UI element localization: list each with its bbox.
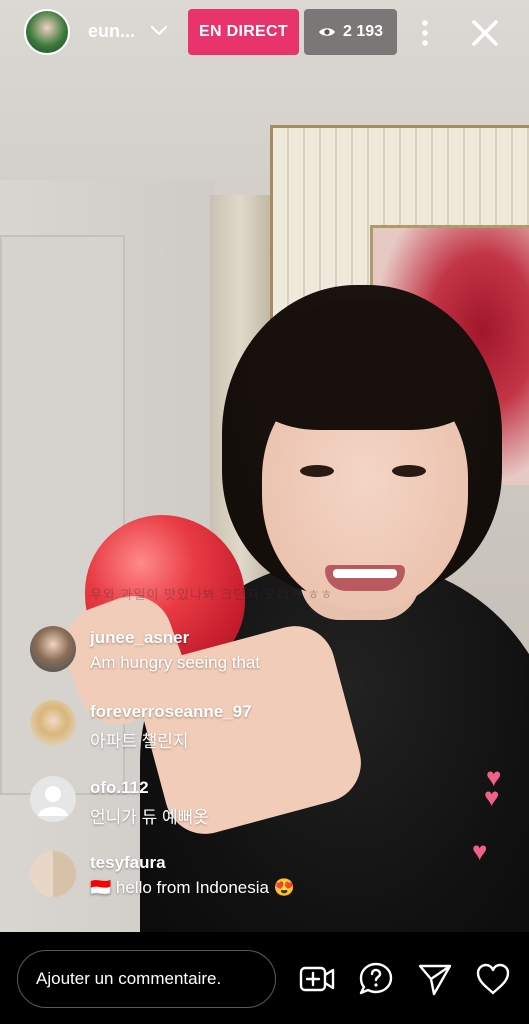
live-badge: EN DIRECT	[188, 9, 299, 55]
comment-username[interactable]: junee_asner	[90, 628, 189, 648]
comment-text: 언니가 듀 예뻐옷	[90, 808, 209, 827]
viewer-count: 2 193	[342, 23, 384, 40]
comment-avatar[interactable]	[30, 776, 76, 822]
comment-username[interactable]: ofo.112	[90, 778, 149, 798]
live-badge-label: EN DIRECT	[199, 23, 288, 40]
comment-username[interactable]: foreverroseanne_97	[90, 702, 252, 722]
top-bar: eun... EN DIRECT 2 193	[0, 0, 529, 66]
comment-avatar[interactable]	[30, 700, 76, 746]
heart-icon[interactable]	[474, 960, 512, 998]
comment-text: 아파트 챌린지	[90, 732, 189, 751]
add-video-icon[interactable]	[298, 960, 336, 998]
default-avatar-icon	[38, 786, 68, 816]
comment-input[interactable]: Ajouter un commentaire.	[17, 950, 276, 1008]
comment-input-placeholder: Ajouter un commentaire.	[36, 969, 222, 988]
person-mouth	[325, 565, 405, 591]
question-icon[interactable]	[357, 960, 395, 998]
host-username[interactable]: eun...	[88, 21, 135, 42]
viewer-count-badge[interactable]: 2 193	[304, 9, 397, 55]
close-icon[interactable]	[466, 14, 504, 52]
bottom-bar: Ajouter un commentaire.	[0, 932, 529, 1024]
person-bangs	[250, 300, 480, 430]
comment-text: 🇮🇩 hello from Indonesia 😍	[90, 878, 295, 897]
comment-avatar[interactable]	[30, 626, 76, 672]
comment-username[interactable]: tesyfaura	[90, 853, 166, 873]
host-avatar[interactable]	[24, 9, 70, 55]
person-eye-left	[300, 465, 334, 477]
person-eye-right	[392, 465, 426, 477]
live-video: 우와 과일이 맛있나봐 크던지 오리가 ㅎㅎ	[0, 0, 529, 932]
more-vertical-icon[interactable]	[412, 16, 438, 50]
comment-text: Am hungry seeing that	[90, 653, 261, 672]
chevron-down-icon[interactable]	[149, 20, 169, 40]
eye-icon	[318, 28, 335, 36]
floating-heart-icon: ♥	[484, 782, 500, 812]
send-icon[interactable]	[416, 960, 454, 998]
floating-heart-icon: ♥	[472, 836, 488, 866]
comment-avatar[interactable]	[30, 851, 76, 897]
video-caption: 우와 과일이 맛있나봐 크던지 오리가 ㅎㅎ	[90, 587, 334, 602]
